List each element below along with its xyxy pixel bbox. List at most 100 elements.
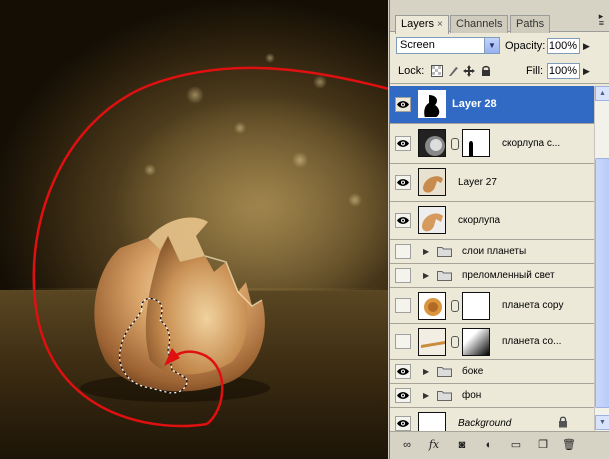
tab-layers[interactable]: Layers × xyxy=(395,15,449,34)
expand-triangle-icon[interactable]: ▶ xyxy=(423,271,429,280)
new-layer-icon[interactable]: ❐ xyxy=(536,438,550,452)
close-icon[interactable]: × xyxy=(437,19,443,30)
canvas-artwork xyxy=(32,53,388,428)
link-icon[interactable] xyxy=(451,336,459,348)
expand-triangle-icon[interactable]: ▶ xyxy=(423,367,429,376)
eye-icon xyxy=(397,217,409,224)
link-layers-icon[interactable]: ∞ xyxy=(400,438,414,452)
trash-icon[interactable]: 🗑 xyxy=(562,438,576,452)
lock-transparent-icon[interactable] xyxy=(431,65,443,77)
folder-icon xyxy=(437,271,452,281)
layer-name[interactable]: боке xyxy=(462,366,483,377)
visibility-toggle[interactable] xyxy=(395,364,411,379)
visibility-toggle[interactable] xyxy=(395,175,411,190)
brush-icon[interactable] xyxy=(447,65,459,77)
layer-row-shell[interactable]: скорлупа xyxy=(390,202,594,240)
layer-name[interactable]: Layer 28 xyxy=(452,98,497,110)
eye-icon xyxy=(397,420,409,427)
visibility-toggle[interactable] xyxy=(395,97,411,112)
eye-icon xyxy=(397,101,409,108)
layers-panel: Layers × Channels Paths ▸ ≡ Screen ▼ Opaci… xyxy=(389,0,609,459)
layer-thumbnail[interactable] xyxy=(418,129,446,157)
tab-paths-label: Paths xyxy=(516,18,545,30)
link-icon[interactable] xyxy=(451,300,459,312)
expand-triangle-icon[interactable]: ▶ xyxy=(423,247,429,256)
tab-channels-label: Channels xyxy=(456,18,503,30)
adjustment-layer-icon[interactable]: ◐ xyxy=(482,438,496,452)
layer-name[interactable]: скорлупа с... xyxy=(502,138,560,149)
layer-name[interactable]: скорлупа xyxy=(458,215,500,226)
link-icon[interactable] xyxy=(451,138,459,150)
layer-row-background[interactable]: Background xyxy=(390,408,594,431)
layers-bottom-toolbar: ∞ fx ◙ ◐ ▭ ❐ 🗑 xyxy=(390,431,609,459)
layer-group-refracted-light[interactable]: ▶ преломленный свет xyxy=(390,264,594,288)
panel-tabs: Layers × Channels Paths ▸ ≡ xyxy=(390,0,609,34)
layer-thumbnail[interactable] xyxy=(418,328,446,356)
expand-triangle-icon[interactable]: ▶ xyxy=(423,391,429,400)
tab-layers-label: Layers xyxy=(401,18,435,30)
layer-thumbnail[interactable] xyxy=(418,168,446,196)
layer-thumbnail[interactable] xyxy=(418,292,446,320)
layer-group-background-fon[interactable]: ▶ фон xyxy=(390,384,594,408)
tab-paths[interactable]: Paths xyxy=(510,15,551,33)
new-group-icon[interactable]: ▭ xyxy=(509,438,523,452)
visibility-toggle[interactable] xyxy=(395,136,411,151)
layer-name[interactable]: слои планеты xyxy=(462,246,526,257)
document-canvas[interactable] xyxy=(0,0,388,459)
tab-channels[interactable]: Channels xyxy=(450,15,509,33)
blend-mode-value: Screen xyxy=(400,39,435,51)
scroll-up-icon[interactable]: ▲ xyxy=(595,86,609,101)
lock-icon xyxy=(559,416,567,428)
layer-name[interactable]: планета copy xyxy=(502,300,564,311)
lock-icon[interactable] xyxy=(480,65,492,77)
fill-field[interactable]: 100% xyxy=(547,63,580,79)
layer-group-bokeh[interactable]: ▶ боке xyxy=(390,360,594,384)
layer-name[interactable]: Background xyxy=(458,418,511,429)
layer-style-fx-icon[interactable]: fx xyxy=(427,438,441,452)
layer-name[interactable]: преломленный свет xyxy=(462,270,555,281)
layer-row-planet-copy-2[interactable]: планета со... xyxy=(390,324,594,360)
layer-name[interactable]: планета со... xyxy=(502,336,561,347)
eye-icon xyxy=(397,392,409,399)
folder-icon xyxy=(437,367,452,377)
layer-name[interactable]: фон xyxy=(462,390,481,401)
panel-menu-icon[interactable]: ▸ ≡ xyxy=(599,12,604,28)
visibility-toggle[interactable] xyxy=(395,213,411,228)
move-icon[interactable] xyxy=(463,65,475,77)
blend-mode-select[interactable]: Screen ▼ xyxy=(396,37,500,54)
fill-label: Fill: xyxy=(526,65,544,77)
layer-row-layer-28[interactable]: Layer 28 xyxy=(390,86,594,124)
lock-label: Lock: xyxy=(398,65,425,77)
layer-group-planet-layers[interactable]: ▶ слои планеты xyxy=(390,240,594,264)
add-mask-icon[interactable]: ◙ xyxy=(455,438,469,452)
opacity-slider-arrow-icon[interactable]: ▶ xyxy=(583,41,590,52)
fill-slider-arrow-icon[interactable]: ▶ xyxy=(583,66,590,77)
visibility-toggle[interactable] xyxy=(395,268,411,283)
layer-row-layer-27[interactable]: Layer 27 xyxy=(390,164,594,202)
layers-scrollbar[interactable]: ▲ ▼ xyxy=(594,86,609,431)
layer-thumbnail[interactable] xyxy=(418,90,446,118)
eye-icon xyxy=(397,368,409,375)
visibility-toggle[interactable] xyxy=(395,334,411,349)
chevron-down-icon[interactable]: ▼ xyxy=(484,38,499,53)
layer-name[interactable]: Layer 27 xyxy=(458,177,497,188)
layer-mask-thumbnail[interactable] xyxy=(462,129,490,157)
layer-thumbnail[interactable] xyxy=(418,206,446,234)
visibility-toggle[interactable] xyxy=(395,298,411,313)
layer-mask-thumbnail[interactable] xyxy=(462,292,490,320)
visibility-toggle[interactable] xyxy=(395,416,411,431)
layer-thumbnail[interactable] xyxy=(418,412,446,431)
visibility-toggle[interactable] xyxy=(395,244,411,259)
opacity-field[interactable]: 100% xyxy=(547,38,580,54)
layer-mask-thumbnail[interactable] xyxy=(462,328,490,356)
lock-row: Lock: Fill: 100% ▶ xyxy=(390,58,609,84)
scroll-thumb[interactable] xyxy=(595,158,609,408)
layer-row-planet-copy[interactable]: планета copy xyxy=(390,288,594,324)
blend-row: Screen ▼ Opacity: 100% ▶ xyxy=(390,34,609,58)
scroll-down-icon[interactable]: ▼ xyxy=(595,415,609,430)
layer-row-shell-copy[interactable]: скорлупа с... xyxy=(390,124,594,164)
eye-icon xyxy=(397,179,409,186)
layers-list: Layer 28 скорлупа с... Layer 27 скорлупа… xyxy=(390,86,594,431)
opacity-label: Opacity: xyxy=(505,40,546,52)
visibility-toggle[interactable] xyxy=(395,388,411,403)
